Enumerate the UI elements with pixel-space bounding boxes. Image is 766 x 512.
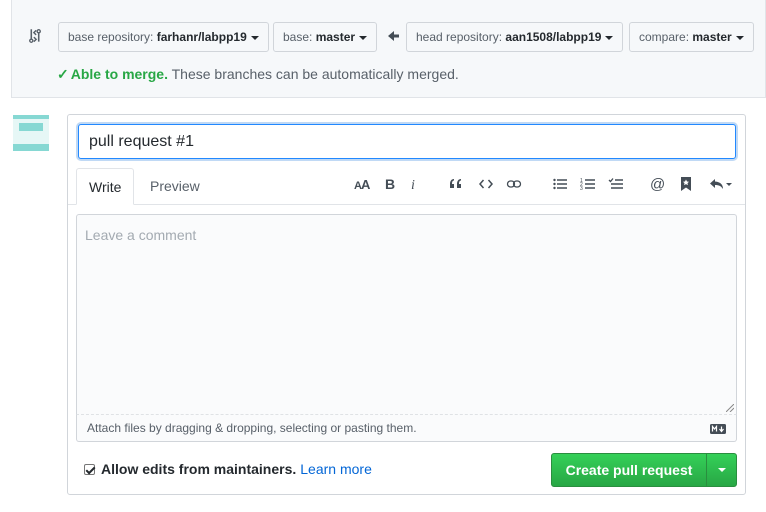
merge-message: These branches can be automatically merg… xyxy=(167,66,459,82)
task-list-icon[interactable] xyxy=(606,174,626,194)
italic-icon[interactable]: i xyxy=(404,174,424,194)
attach-files-bar[interactable]: Attach files by dragging & dropping, sel… xyxy=(76,414,737,442)
reply-icon[interactable] xyxy=(706,174,736,194)
tab-write[interactable]: Write xyxy=(76,168,135,205)
allow-edits-checkbox[interactable] xyxy=(84,463,95,475)
bold-icon[interactable]: B xyxy=(380,174,400,194)
avatar[interactable] xyxy=(13,115,49,151)
merge-ok-text: Able to merge. xyxy=(70,66,168,82)
base-branch-value: master xyxy=(315,30,356,44)
compare-arrows-icon xyxy=(29,29,41,43)
base-repository-select[interactable]: base repository: farhanr/labpp19 xyxy=(58,22,269,52)
unordered-list-icon[interactable] xyxy=(550,174,570,194)
comment-placeholder: Leave a comment xyxy=(85,227,197,243)
compare-branch-label: compare: xyxy=(639,30,693,44)
chevron-down-icon xyxy=(718,468,726,472)
create-options-dropdown[interactable] xyxy=(707,454,737,486)
link-icon[interactable] xyxy=(504,174,524,194)
text-size-icon[interactable]: AA xyxy=(352,174,372,194)
base-repository-label: base repository: xyxy=(68,30,157,44)
chevron-down-icon xyxy=(359,35,368,40)
head-repository-select[interactable]: head repository: aan1508/labpp19 xyxy=(406,22,624,52)
arrow-left-icon xyxy=(388,31,399,41)
learn-more-link[interactable]: Learn more xyxy=(300,461,372,477)
allow-edits-row: Allow edits from maintainers. Learn more xyxy=(84,461,372,477)
svg-text:B: B xyxy=(385,176,395,192)
markdown-icon[interactable] xyxy=(710,424,726,434)
create-pull-request-button[interactable]: Create pull request xyxy=(551,453,737,487)
mention-icon[interactable]: @ xyxy=(648,174,668,194)
allow-edits-label: Allow edits from maintainers. xyxy=(101,461,297,477)
compare-branch-value: master xyxy=(692,30,732,44)
base-branch-label: base: xyxy=(283,30,316,44)
base-repository-value: farhanr/labpp19 xyxy=(156,30,247,44)
chevron-down-icon xyxy=(250,35,259,40)
resize-handle-icon[interactable] xyxy=(726,404,734,412)
check-icon: ✓ xyxy=(57,66,69,82)
pull-request-form: Write Preview AA B i 123 @ Leave a comme… xyxy=(67,114,746,495)
svg-text:3: 3 xyxy=(580,186,583,192)
head-repository-label: head repository: xyxy=(416,30,506,44)
comment-textarea[interactable]: Leave a comment xyxy=(76,214,737,414)
compare-bar: base repository: farhanr/labpp19 base: m… xyxy=(11,0,766,98)
svg-text:@: @ xyxy=(650,176,665,192)
chevron-down-icon xyxy=(605,35,614,40)
svg-text:i: i xyxy=(411,178,415,192)
ordered-list-icon[interactable]: 123 xyxy=(578,174,598,194)
merge-status: ✓ Able to merge. These branches can be au… xyxy=(57,66,459,83)
base-branch-select[interactable]: base: master xyxy=(273,22,378,52)
create-pull-request-label: Create pull request xyxy=(565,462,693,478)
head-repository-value: aan1508/labpp19 xyxy=(505,30,602,44)
tab-preview[interactable]: Preview xyxy=(138,168,212,205)
svg-text:A: A xyxy=(361,177,370,192)
compare-branch-select[interactable]: compare: master xyxy=(629,22,754,52)
code-icon[interactable] xyxy=(476,174,496,194)
attach-files-text: Attach files by dragging & dropping, sel… xyxy=(87,421,417,435)
title-input[interactable] xyxy=(78,124,736,159)
quote-icon[interactable] xyxy=(446,174,466,194)
chevron-down-icon xyxy=(735,35,744,40)
bookmark-icon[interactable] xyxy=(676,174,696,194)
